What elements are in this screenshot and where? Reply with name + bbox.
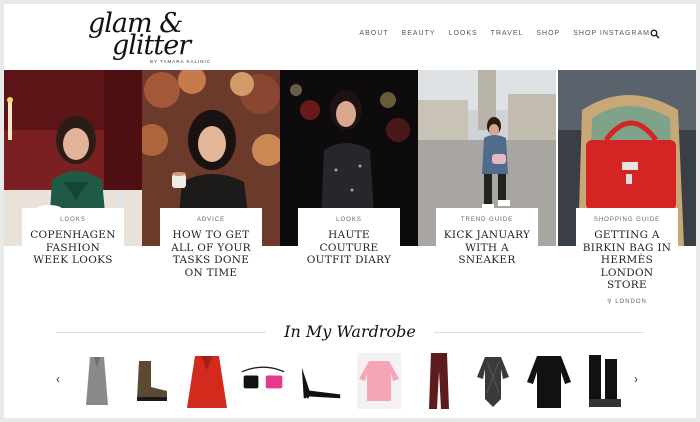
main-nav: ABOUT BEAUTY LOOKS TRAVEL SHOP SHOP INST… <box>359 30 650 37</box>
nav-item-shop[interactable]: SHOP <box>536 30 560 37</box>
wardrobe-carousel: ‹ › <box>4 344 696 418</box>
feature-post-3[interactable]: LOOKS HAUTE COUTURE OUTFIT DIARY <box>280 70 418 315</box>
site-logo[interactable]: glam & glitter BY TAMARA KALINIC <box>84 8 224 68</box>
map-pin-icon: ⚲ <box>607 298 616 305</box>
feature-card-3[interactable]: LOOKS HAUTE COUTURE OUTFIT DIARY <box>298 208 400 273</box>
feature-post-5[interactable]: SHOPPING GUIDE GETTING A BIRKIN BAG IN H… <box>558 70 696 315</box>
feature-title[interactable]: COPENHAGEN FASHION WEEK LOOKS <box>28 229 118 267</box>
logo-line-2: glitter <box>112 30 191 61</box>
site-header: glam & glitter BY TAMARA KALINIC ABOUT B… <box>4 4 696 70</box>
feature-card-1[interactable]: LOOKS COPENHAGEN FASHION WEEK LOOKS <box>22 208 124 273</box>
nav-item-shop-instagram[interactable]: SHOP INSTAGRAM <box>573 30 650 37</box>
feature-category[interactable]: LOOKS <box>28 217 118 223</box>
feature-title[interactable]: GETTING A BIRKIN BAG IN HERMÈS LONDON ST… <box>582 229 672 292</box>
feature-title[interactable]: HOW TO GET ALL OF YOUR TASKS DONE ON TIM… <box>166 229 256 279</box>
feature-post-2[interactable]: ADVICE HOW TO GET ALL OF YOUR TASKS DONE… <box>142 70 280 315</box>
nav-item-beauty[interactable]: BEAUTY <box>402 30 436 37</box>
nav-item-about[interactable]: ABOUT <box>359 30 388 37</box>
wardrobe-item-black-sweater[interactable] <box>526 350 572 412</box>
feature-post-1[interactable]: LOOKS COPENHAGEN FASHION WEEK LOOKS <box>4 70 142 315</box>
feature-category[interactable]: LOOKS <box>304 217 394 223</box>
feature-card-2[interactable]: ADVICE HOW TO GET ALL OF YOUR TASKS DONE… <box>160 208 262 285</box>
feature-location[interactable]: ⚲ LONDON <box>582 298 672 305</box>
page: glam & glitter BY TAMARA KALINIC ABOUT B… <box>4 4 696 418</box>
search-icon[interactable] <box>650 29 660 39</box>
chevron-right-icon[interactable]: › <box>634 372 638 386</box>
feature-category[interactable]: ADVICE <box>166 217 256 223</box>
wardrobe-item-grey-coat[interactable] <box>74 350 120 412</box>
wardrobe-item-pink-sweater[interactable] <box>356 350 402 412</box>
wardrobe-item-combat-boots[interactable] <box>128 350 174 412</box>
nav-item-travel[interactable]: TRAVEL <box>491 30 524 37</box>
nav-item-looks[interactable]: LOOKS <box>449 30 478 37</box>
feature-title[interactable]: KICK JANUARY WITH A SNEAKER <box>442 229 532 267</box>
wardrobe-item-burgundy-pants[interactable] <box>416 350 462 412</box>
wardrobe-header: In My Wardrobe <box>4 320 696 344</box>
logo-byline: BY TAMARA KALINIC <box>150 59 212 64</box>
wardrobe-title: In My Wardrobe <box>284 322 416 341</box>
wardrobe-item-chelsea-boots[interactable] <box>582 350 628 412</box>
chevron-left-icon[interactable]: ‹ <box>56 372 60 386</box>
wardrobe-item-red-coat[interactable] <box>184 350 230 412</box>
wardrobe-item-belt-bags[interactable] <box>240 350 286 412</box>
feature-card-5[interactable]: SHOPPING GUIDE GETTING A BIRKIN BAG IN H… <box>576 208 678 311</box>
feature-post-4[interactable]: TREND GUIDE KICK JANUARY WITH A SNEAKER <box>418 70 556 315</box>
feature-category[interactable]: SHOPPING GUIDE <box>582 217 672 223</box>
feature-card-4[interactable]: TREND GUIDE KICK JANUARY WITH A SNEAKER <box>436 208 538 273</box>
feature-location-label[interactable]: LONDON <box>615 299 647 305</box>
wardrobe-item-sheer-bodysuit[interactable] <box>470 350 516 412</box>
wardrobe-item-black-pumps[interactable] <box>298 350 344 412</box>
feature-category[interactable]: TREND GUIDE <box>442 217 532 223</box>
feature-title[interactable]: HAUTE COUTURE OUTFIT DIARY <box>304 229 394 267</box>
featured-posts: LOOKS COPENHAGEN FASHION WEEK LOOKS ADVI… <box>4 70 696 315</box>
